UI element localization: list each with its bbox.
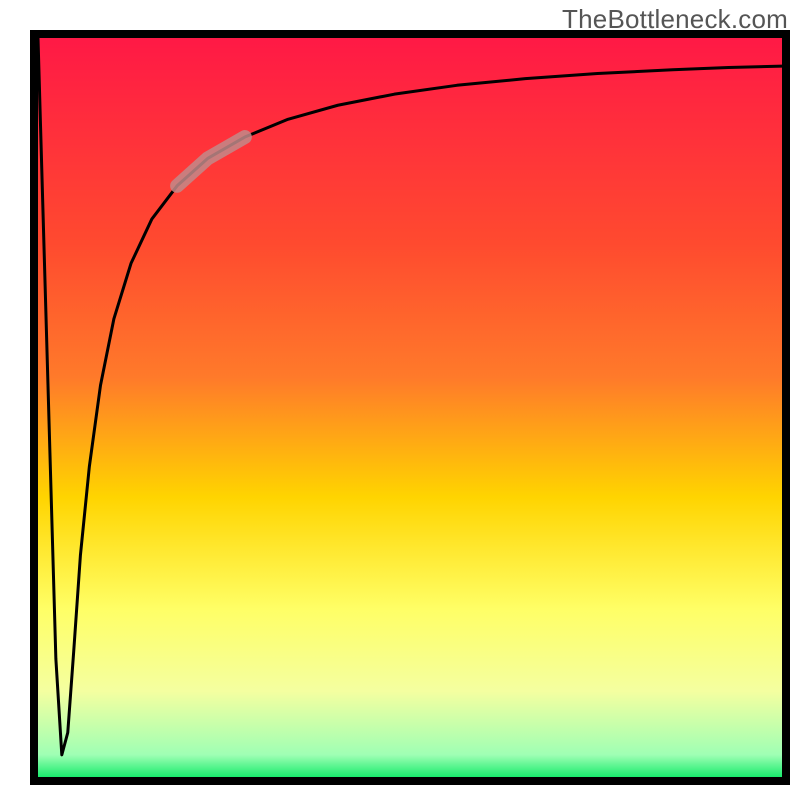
bottleneck-chart [0,0,800,800]
chart-background [34,34,786,781]
